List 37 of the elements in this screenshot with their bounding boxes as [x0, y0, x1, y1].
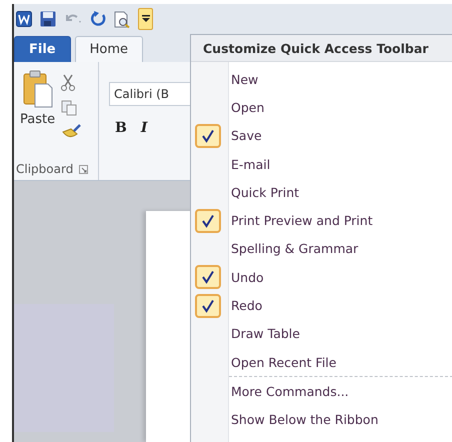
menu-item[interactable]: Save	[191, 122, 452, 150]
scissors-icon[interactable]	[61, 74, 76, 92]
file-tab[interactable]: File	[14, 36, 71, 62]
checkbox[interactable]	[195, 124, 221, 148]
brush-icon[interactable]	[61, 124, 82, 140]
customize-button[interactable]	[138, 8, 153, 30]
check-icon	[201, 298, 215, 313]
menu-item[interactable]: Spelling & Grammar	[191, 234, 452, 264]
check-icon	[201, 270, 215, 284]
menu-item[interactable]: E-mail	[191, 150, 452, 178]
ribbon-tab[interactable]: Home	[74, 36, 143, 62]
menu-item[interactable]: Print Preview and Print	[191, 206, 452, 235]
italic-button[interactable]: I	[140, 120, 148, 136]
menu-item[interactable]: More Commands...	[191, 377, 452, 406]
checkbox[interactable]	[195, 294, 221, 318]
print-preview-icon[interactable]	[114, 10, 130, 28]
menu-item[interactable]: Undo	[191, 263, 452, 292]
word-icon[interactable]	[16, 11, 32, 27]
menu-item[interactable]: Open Recent File	[191, 348, 452, 376]
menu-item[interactable]: Quick Print	[191, 178, 452, 206]
menu-title: Customize Quick Access Toolbar	[203, 40, 428, 56]
clipboard-icon	[22, 70, 53, 108]
check-icon	[201, 128, 215, 143]
check-icon	[201, 214, 215, 228]
menu-item[interactable]: Show Below the Ribbon	[191, 406, 452, 434]
checkbox[interactable]	[195, 265, 221, 290]
redo-icon[interactable]	[90, 11, 106, 27]
copy-icon[interactable]	[61, 100, 78, 116]
bold-button[interactable]: B	[115, 120, 127, 136]
group-label: Clipboard	[16, 162, 74, 176]
menu-item[interactable]: Draw Table	[191, 320, 452, 348]
checkbox[interactable]	[195, 208, 221, 233]
paste-button[interactable]: Paste	[20, 70, 56, 162]
save-icon[interactable]	[40, 11, 56, 27]
menu-item[interactable]: Redo	[191, 291, 452, 320]
dialog-launcher-icon[interactable]	[79, 164, 88, 174]
caret-icon	[142, 15, 150, 23]
